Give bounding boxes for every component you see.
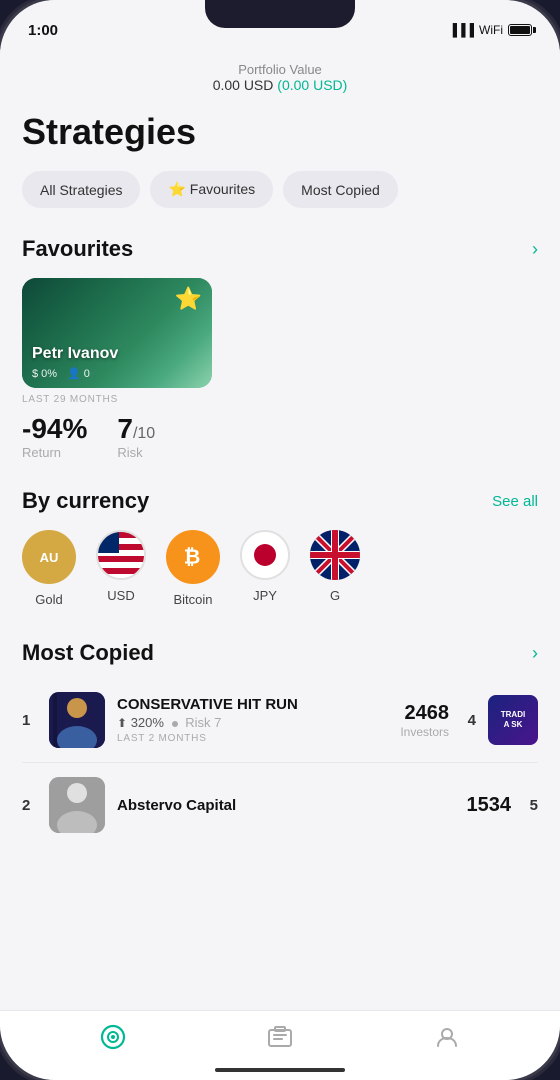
svg-text:₿: ₿ bbox=[184, 546, 201, 569]
nav-item-portfolio[interactable] bbox=[247, 1016, 313, 1065]
filter-tabs: All Strategies ⭐ Favourites Most Copied bbox=[22, 171, 538, 208]
investors-2: 1534 bbox=[467, 794, 512, 817]
avatar-figure-1 bbox=[49, 692, 105, 748]
last-months-label: LAST 29 MONTHS bbox=[22, 394, 538, 405]
divider-1 bbox=[22, 762, 538, 763]
gbp-flag-icon bbox=[310, 530, 360, 580]
portfolio-change: (0.00 USD) bbox=[277, 77, 347, 93]
tab-favourites[interactable]: ⭐ Favourites bbox=[150, 171, 273, 208]
currency-item-jpy[interactable]: JPY bbox=[240, 530, 290, 607]
investors-1: 2468 Investors bbox=[400, 702, 449, 739]
copied-details-2: Abstervo Capital bbox=[117, 797, 455, 814]
signal-icon: ▐▐▐ bbox=[448, 23, 474, 37]
usd-flag-icon bbox=[96, 530, 146, 580]
investors-count-1: 2468 bbox=[400, 702, 449, 725]
risk-label: Risk bbox=[117, 445, 155, 460]
avatar-2 bbox=[49, 777, 105, 833]
most-copied-chevron[interactable]: › bbox=[532, 643, 538, 664]
tab-most-copied[interactable]: Most Copied bbox=[283, 171, 398, 208]
jpy-label: JPY bbox=[253, 588, 277, 603]
home-indicator bbox=[215, 1068, 345, 1072]
copied-name-2: Abstervo Capital bbox=[117, 797, 455, 814]
risk-dot-1 bbox=[172, 721, 178, 727]
performance-stats: -94% Return 7/10 Risk bbox=[22, 413, 538, 460]
investors-label-1: Investors bbox=[400, 725, 449, 739]
most-copied-header: Most Copied › bbox=[22, 640, 538, 666]
portfolio-value: 0.00 USD (0.00 USD) bbox=[20, 77, 540, 93]
most-copied-title: Most Copied bbox=[22, 640, 154, 666]
rank-right-2: 5 bbox=[523, 797, 538, 814]
see-all-button[interactable]: See all bbox=[492, 493, 538, 510]
copied-name-1: CONSERVATIVE HIT RUN bbox=[117, 696, 388, 713]
risk-value: 7/10 bbox=[117, 413, 155, 445]
currency-item-gold[interactable]: AU Gold bbox=[22, 530, 76, 607]
copied-item-2[interactable]: 2 Abstervo Capital 1534 bbox=[22, 767, 538, 843]
card-return-stat: $ 0% bbox=[32, 367, 57, 380]
copied-details-1: CONSERVATIVE HIT RUN ⬆ 320% Risk 7 LAST … bbox=[117, 696, 388, 744]
status-bar: 1:00 ▐▐▐ WiFi bbox=[0, 0, 560, 50]
dollar-icon: $ bbox=[32, 368, 38, 380]
favourites-title: Favourites bbox=[22, 236, 133, 262]
currency-list: AU Gold USD bbox=[22, 530, 538, 612]
copied-item-1[interactable]: 1 bbox=[22, 682, 538, 758]
thumb-right-1: TRADIA SK bbox=[488, 695, 538, 745]
copied-last-months-1: LAST 2 MONTHS bbox=[117, 733, 388, 744]
gold-icon: AU bbox=[22, 530, 76, 584]
by-currency-section: By currency See all AU Gold bbox=[22, 488, 538, 612]
scroll-content[interactable]: Portfolio Value 0.00 USD (0.00 USD) Stra… bbox=[0, 50, 560, 1010]
main-content: Strategies All Strategies ⭐ Favourites M… bbox=[0, 111, 560, 843]
most-copied-section: Most Copied › 1 bbox=[22, 640, 538, 843]
copied-return-1: ⬆ 320% Risk 7 bbox=[117, 715, 388, 730]
jpy-flag-icon bbox=[240, 530, 290, 580]
return-value: -94% bbox=[22, 413, 87, 445]
status-icons: ▐▐▐ WiFi bbox=[448, 23, 532, 37]
gbp-label: G bbox=[330, 588, 340, 603]
card-star-icon: ⭐ bbox=[175, 286, 202, 312]
account-nav-icon bbox=[434, 1024, 460, 1057]
avatar-1 bbox=[49, 692, 105, 748]
bitcoin-icon: ₿ bbox=[166, 530, 220, 584]
nav-item-account[interactable] bbox=[414, 1016, 480, 1065]
currency-item-bitcoin[interactable]: ₿ Bitcoin bbox=[166, 530, 220, 607]
currency-item-gbp[interactable]: G bbox=[310, 530, 360, 607]
favourite-card[interactable]: ⭐ Petr Ivanov $ 0% 👤 0 bbox=[22, 278, 212, 388]
return-stat: -94% Return bbox=[22, 413, 87, 460]
card-trader-name: Petr Ivanov bbox=[32, 345, 118, 363]
tab-all-strategies[interactable]: All Strategies bbox=[22, 171, 140, 208]
card-copiers-stat: 👤 0 bbox=[67, 367, 90, 380]
usd-label: USD bbox=[107, 588, 134, 603]
risk-stat: 7/10 Risk bbox=[117, 413, 155, 460]
portfolio-header: Portfolio Value 0.00 USD (0.00 USD) bbox=[0, 50, 560, 101]
home-nav-icon bbox=[100, 1024, 126, 1057]
gold-label: Gold bbox=[35, 592, 62, 607]
status-time: 1:00 bbox=[28, 22, 58, 39]
currency-section-header: By currency See all bbox=[22, 488, 538, 514]
battery-icon bbox=[508, 24, 532, 36]
wifi-icon: WiFi bbox=[479, 23, 503, 37]
page-title: Strategies bbox=[22, 111, 538, 153]
return-label: Return bbox=[22, 445, 87, 460]
favourites-chevron[interactable]: › bbox=[532, 239, 538, 260]
phone-screen: 1:00 ▐▐▐ WiFi Portfolio Value 0.00 USD (… bbox=[0, 0, 560, 1080]
bitcoin-label: Bitcoin bbox=[173, 592, 212, 607]
by-currency-title: By currency bbox=[22, 488, 149, 514]
portfolio-label: Portfolio Value bbox=[20, 62, 540, 77]
rank-right-1: 4 bbox=[461, 712, 476, 729]
favourites-section-header: Favourites › bbox=[22, 236, 538, 262]
rank-1: 1 bbox=[22, 712, 37, 729]
investors-count-2: 1534 bbox=[467, 794, 512, 817]
rank-2: 2 bbox=[22, 797, 37, 814]
phone-frame: 1:00 ▐▐▐ WiFi Portfolio Value 0.00 USD (… bbox=[0, 0, 560, 1080]
card-stats: $ 0% 👤 0 bbox=[32, 367, 118, 380]
copiers-icon: 👤 bbox=[67, 367, 81, 380]
nav-item-home[interactable] bbox=[80, 1016, 146, 1065]
notch bbox=[205, 0, 355, 28]
portfolio-nav-icon bbox=[267, 1024, 293, 1057]
currency-item-usd[interactable]: USD bbox=[96, 530, 146, 607]
card-info: Petr Ivanov $ 0% 👤 0 bbox=[32, 345, 118, 380]
